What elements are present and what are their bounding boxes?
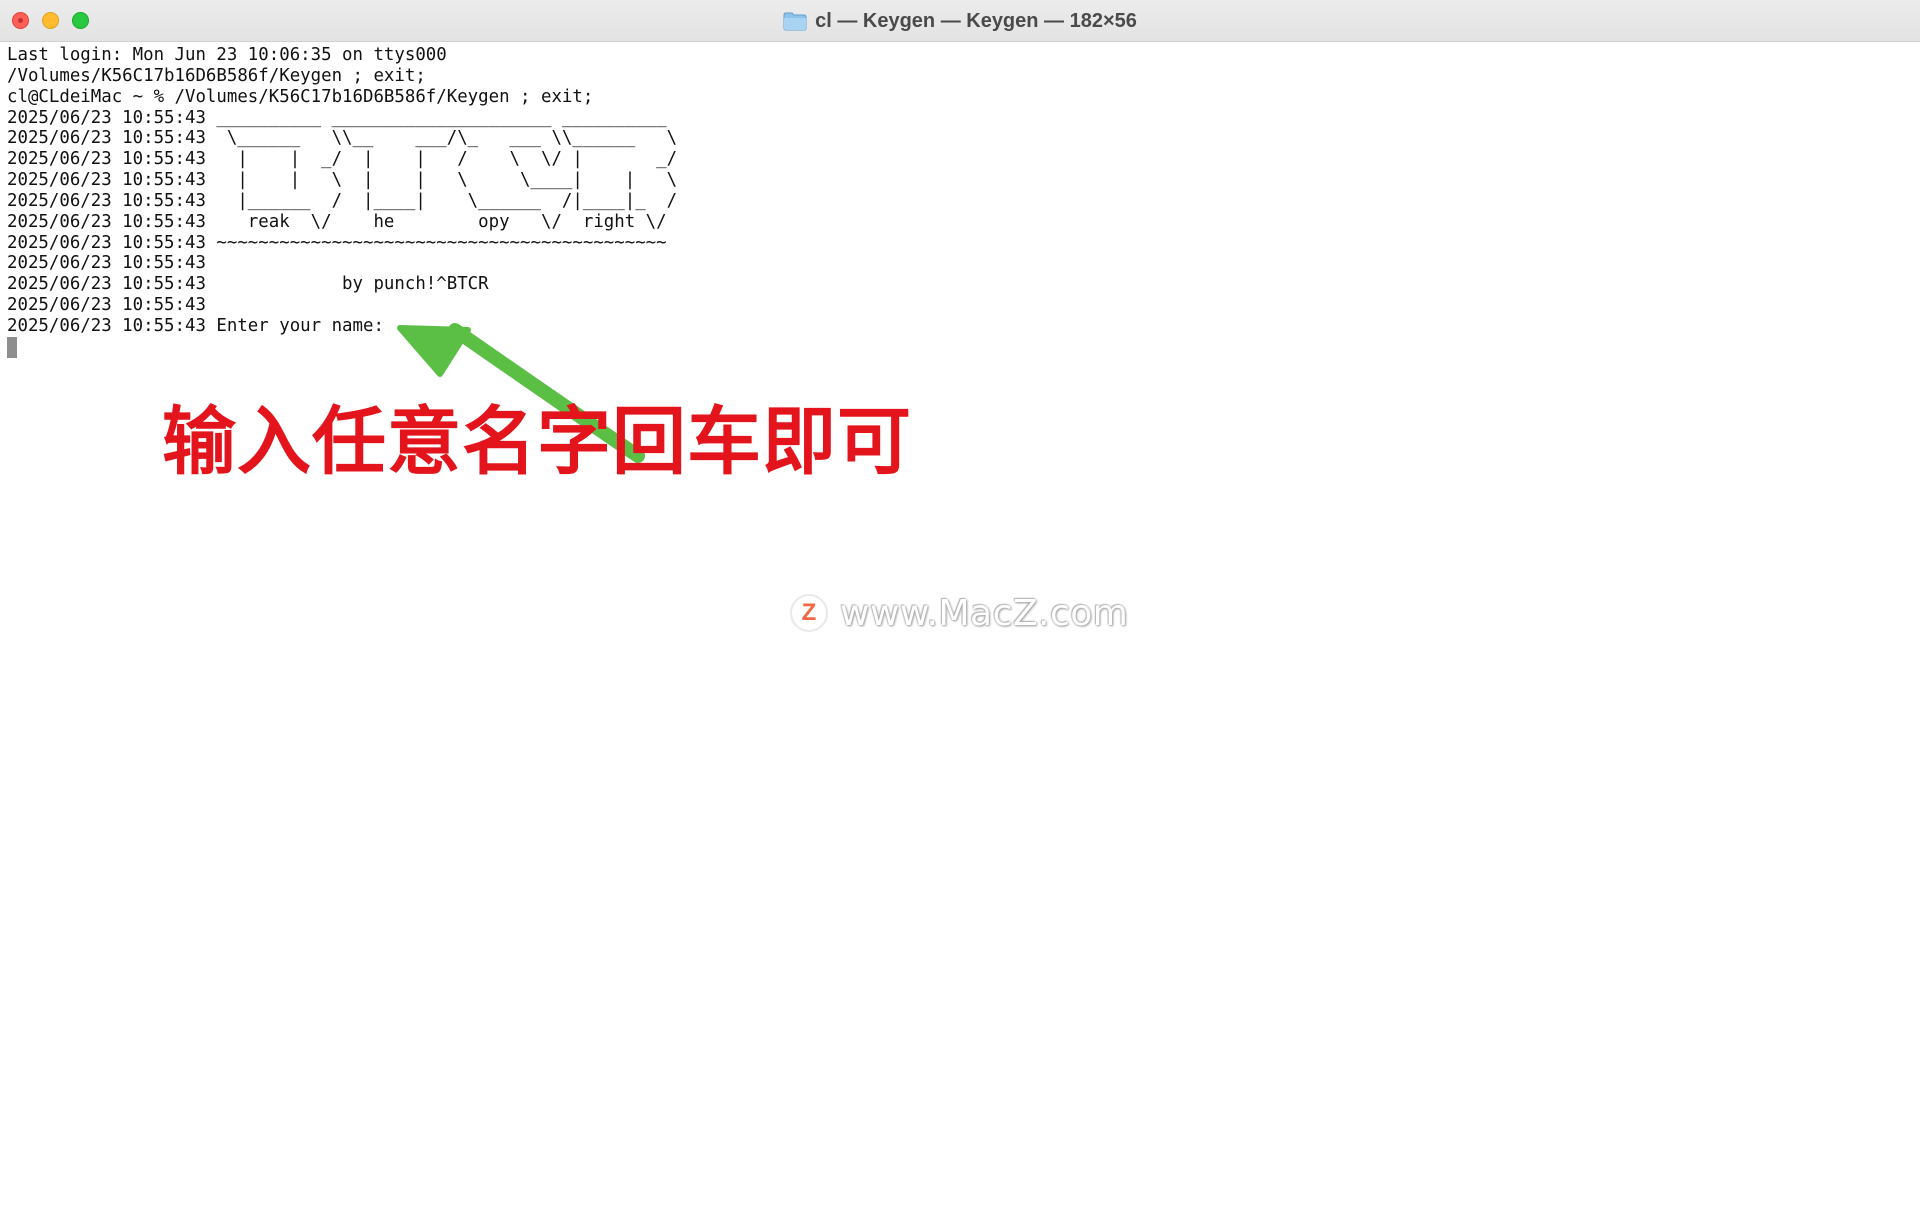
terminal-line: 2025/06/23 10:55:43 [7, 295, 206, 316]
terminal-line: 2025/06/23 10:55:43 ~~~~~~~~~~~~~~~~~~~~… [7, 232, 667, 253]
window-title: cl — Keygen — Keygen — 182×56 [815, 9, 1137, 32]
terminal-line: 2025/06/23 10:55:43 reak \/ he opy \/ ri… [7, 211, 667, 232]
terminal-line: 2025/06/23 10:55:43 \______ \\__ ___/\_ … [7, 128, 678, 149]
terminal-line: /Volumes/K56C17b16D6B586f/Keygen ; exit; [7, 65, 426, 86]
terminal-output[interactable]: Last login: Mon Jun 23 10:06:35 on ttys0… [7, 45, 1907, 337]
close-button[interactable] [12, 12, 29, 29]
terminal-line: 2025/06/23 10:55:43 | | _/ | | / \ \/ | … [7, 149, 678, 170]
maximize-button[interactable] [72, 12, 89, 29]
terminal-line: 2025/06/23 10:55:43 |______ / |____| \__… [7, 190, 678, 211]
terminal-line: 2025/06/23 10:55:43 | | \ | | \ \____| |… [7, 170, 678, 191]
terminal-line: 2025/06/23 10:55:43 Enter your name: [7, 315, 384, 336]
folder-icon [783, 12, 807, 31]
terminal-line: Last login: Mon Jun 23 10:06:35 on ttys0… [7, 45, 447, 65]
minimize-button[interactable] [42, 12, 59, 29]
text-cursor [7, 337, 17, 358]
title-bar[interactable]: cl — Keygen — Keygen — 182×56 [0, 0, 1920, 42]
instruction-annotation: 输入任意名字回车即可 [162, 399, 912, 485]
terminal-line: 2025/06/23 10:55:43 __________ _________… [7, 107, 667, 128]
terminal-line: cl@CLdeiMac ~ % /Volumes/K56C17b16D6B586… [7, 86, 594, 107]
terminal-line: 2025/06/23 10:55:43 [7, 253, 206, 274]
terminal-window: cl — Keygen — Keygen — 182×56 Last login… [0, 0, 1920, 1225]
watermark-logo: Z [790, 594, 828, 632]
watermark-text: www.MacZ.com [840, 592, 1129, 634]
window-title-group: cl — Keygen — Keygen — 182×56 [0, 0, 1920, 42]
terminal-line: 2025/06/23 10:55:43 by punch!^BTCR [7, 274, 489, 295]
watermark: Z www.MacZ.com [790, 590, 1128, 636]
